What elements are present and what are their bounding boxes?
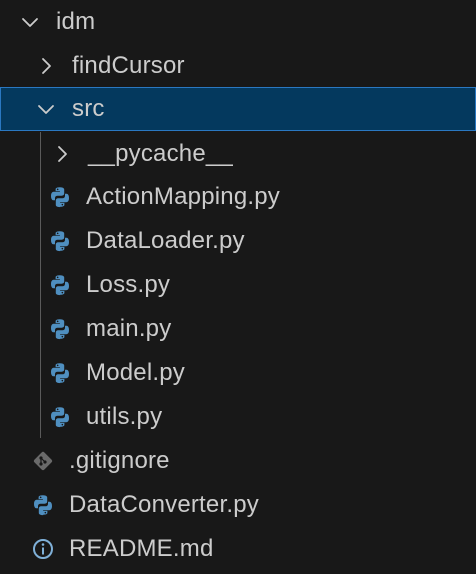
tree-item-label: Model.py	[86, 359, 185, 386]
tree-item-label: .gitignore	[69, 447, 170, 474]
file-explorer: idm findCursor src __pycache__ ActionMap…	[0, 0, 476, 574]
python-icon	[48, 185, 72, 209]
python-icon	[48, 317, 72, 341]
chevron-down-icon	[36, 99, 56, 119]
tree-item-dataconverter[interactable]: DataConverter.py	[0, 483, 476, 527]
tree-item-label: README.md	[69, 535, 214, 562]
tree-item-model[interactable]: Model.py	[0, 351, 476, 395]
tree-item-label: findCursor	[72, 52, 185, 79]
tree-item-label: ActionMapping.py	[86, 183, 280, 210]
python-icon	[48, 361, 72, 385]
python-icon	[48, 273, 72, 297]
tree-item-label: Loss.py	[86, 271, 171, 298]
tree-item-utils[interactable]: utils.py	[0, 395, 476, 439]
tree-item-dataloader[interactable]: DataLoader.py	[0, 219, 476, 263]
python-icon	[48, 229, 72, 253]
tree-item-label: idm	[56, 8, 96, 35]
tree-item-idm[interactable]: idm	[0, 0, 476, 44]
tree-item-main[interactable]: main.py	[0, 307, 476, 351]
tree-item-label: src	[72, 95, 105, 122]
python-icon	[48, 405, 72, 429]
tree-item-gitignore[interactable]: .gitignore	[0, 439, 476, 483]
tree-item-label: __pycache__	[88, 140, 233, 167]
info-icon	[31, 537, 55, 561]
tree-item-actionmapping[interactable]: ActionMapping.py	[0, 175, 476, 219]
python-icon	[31, 493, 55, 517]
tree-item-pycache[interactable]: __pycache__	[0, 132, 476, 176]
chevron-down-icon	[20, 12, 40, 32]
tree-item-loss[interactable]: Loss.py	[0, 263, 476, 307]
tree-item-label: DataConverter.py	[69, 491, 259, 518]
tree-item-findcursor[interactable]: findCursor	[0, 44, 476, 88]
chevron-right-icon	[36, 56, 56, 76]
tree-item-label: utils.py	[86, 403, 163, 430]
git-icon	[31, 449, 55, 473]
tree-item-readme[interactable]: README.md	[0, 527, 476, 571]
chevron-right-icon	[52, 144, 72, 164]
tree-item-label: DataLoader.py	[86, 227, 245, 254]
tree-item-label: main.py	[86, 315, 172, 342]
tree-item-src[interactable]: src	[0, 87, 476, 131]
